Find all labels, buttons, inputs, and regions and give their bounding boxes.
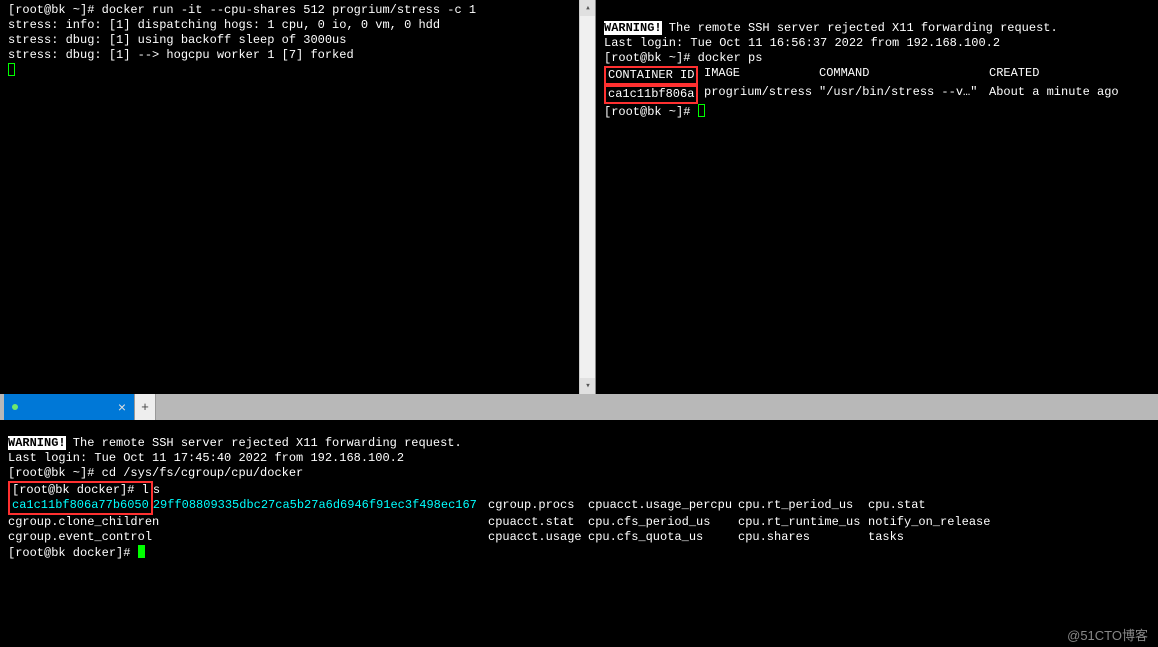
ls-output-grid: ca1c11bf806a77b6050 29ff08809335dbc27ca5b… (8, 498, 1150, 545)
prompt: [root@bk ~]# (8, 3, 94, 17)
term-line: stress: dbug: [1] using backoff sleep of… (8, 33, 587, 48)
warning-badge: WARNING! (8, 436, 66, 450)
cell-command: "/usr/bin/stress --v…" (819, 85, 989, 104)
cursor (138, 545, 145, 558)
term-line: [root@bk ~]# (604, 104, 1150, 120)
docker-header-row: CONTAINER ID IMAGE COMMAND CREATED (604, 66, 1150, 85)
terminal-pane-bottom[interactable]: WARNING! The remote SSH server rejected … (0, 420, 1158, 647)
warning-text: The remote SSH server rejected X11 forwa… (66, 436, 462, 450)
scroll-down-icon[interactable]: ▾ (580, 378, 596, 394)
tab-active[interactable]: × (4, 394, 134, 420)
top-row: [root@bk ~]# docker run -it --cpu-shares… (0, 0, 1158, 394)
spacer (604, 3, 1150, 21)
scrollbar[interactable]: ▴ ▾ (579, 0, 595, 394)
col-command: COMMAND (819, 66, 989, 85)
ls-item: cpu.cfs_quota_us (588, 530, 738, 545)
term-line: stress: dbug: [1] --> hogcpu worker 1 [7… (8, 48, 587, 63)
ls-item: cgroup.clone_children (8, 515, 488, 530)
ls-item: cpuacct.stat (488, 515, 588, 530)
ls-item: cgroup.procs (488, 498, 588, 515)
ls-item: cpuacct.usage_percpu (588, 498, 738, 515)
container-id-text: ca1c11bf806a (608, 87, 694, 101)
ls-item: cgroup.event_control (8, 530, 488, 545)
col-container-id: CONTAINER ID (604, 66, 704, 85)
ls-item: tasks (868, 530, 1003, 545)
term-line: stress: info: [1] dispatching hogs: 1 cp… (8, 18, 587, 33)
cell-container-id: ca1c11bf806a (604, 85, 704, 104)
cursor (8, 63, 587, 79)
warning-text: The remote SSH server rejected X11 forwa… (662, 21, 1058, 35)
col-created: CREATED (989, 66, 1134, 85)
highlight-box: ca1c11bf806a (604, 85, 698, 104)
close-icon[interactable]: × (118, 400, 126, 415)
term-line: [root@bk docker]# (8, 545, 1150, 561)
watermark: @51CTO博客 (1067, 628, 1148, 643)
highlight-box-top: [root@bk docker]# l (8, 481, 153, 498)
cell-created: About a minute ago (989, 85, 1134, 104)
highlight-box-bottom: ca1c11bf806a77b6050 (8, 498, 153, 515)
prompt: [root@bk ~]# (604, 105, 690, 119)
ls-item: cpu.shares (738, 530, 868, 545)
command-text: docker ps (698, 51, 763, 65)
add-tab-button[interactable]: + (134, 394, 156, 420)
ls-long-id: ca1c11bf806a77b6050 29ff08809335dbc27ca5b… (8, 498, 488, 515)
command-text: cd /sys/fs/cgroup/cpu/docker (102, 466, 304, 480)
status-dot-icon (12, 404, 18, 410)
ls-item: cpu.cfs_period_us (588, 515, 738, 530)
prompt: [root@bk ~]# (604, 51, 690, 65)
terminal-pane-right[interactable]: WARNING! The remote SSH server rejected … (596, 0, 1158, 394)
command-text: docker run -it --cpu-shares 512 progrium… (102, 3, 476, 17)
ls-item: cpu.rt_runtime_us (738, 515, 868, 530)
ls-item: cpu.stat (868, 498, 1003, 515)
header-text: CONTAINER ID (608, 68, 694, 82)
warning-badge: WARNING! (604, 21, 662, 35)
cursor (698, 104, 705, 117)
ls-item: cpuacct.usage (488, 530, 588, 545)
rest-id-text: 29ff08809335dbc27ca5b27a6d6946f91ec3f498… (153, 498, 477, 512)
scroll-up-icon[interactable]: ▴ (580, 0, 596, 16)
ls-item: notify_on_release (868, 515, 1003, 530)
login-line: Last login: Tue Oct 11 16:56:37 2022 fro… (604, 36, 1150, 51)
term-line: [root@bk ~]# docker ps (604, 51, 1150, 66)
term-line: [root@bk docker]# ls (8, 481, 1150, 498)
ls-item: cpu.rt_period_us (738, 498, 868, 515)
terminal-pane-left[interactable]: [root@bk ~]# docker run -it --cpu-shares… (0, 0, 596, 394)
spacer (8, 422, 1150, 436)
warning-line: WARNING! The remote SSH server rejected … (604, 21, 1150, 36)
cell-image: progrium/stress (704, 85, 819, 104)
highlight-box: CONTAINER ID (604, 66, 698, 85)
prompt: [root@bk ~]# (8, 466, 94, 480)
bottom-section: × + WARNING! The remote SSH server rejec… (0, 394, 1158, 647)
login-line: Last login: Tue Oct 11 17:45:40 2022 fro… (8, 451, 1150, 466)
short-id-text: ca1c11bf806a77b6050 (12, 498, 149, 512)
tabbar: × + (0, 394, 1158, 420)
docker-data-row: ca1c11bf806a progrium/stress "/usr/bin/s… (604, 85, 1150, 104)
col-image: IMAGE (704, 66, 819, 85)
prompt: [root@bk docker]# (8, 546, 130, 560)
term-line: [root@bk ~]# cd /sys/fs/cgroup/cpu/docke… (8, 466, 1150, 481)
term-line: [root@bk ~]# docker run -it --cpu-shares… (8, 3, 587, 18)
warning-line: WARNING! The remote SSH server rejected … (8, 436, 1150, 451)
prompt: [root@bk docker]# (12, 483, 134, 497)
